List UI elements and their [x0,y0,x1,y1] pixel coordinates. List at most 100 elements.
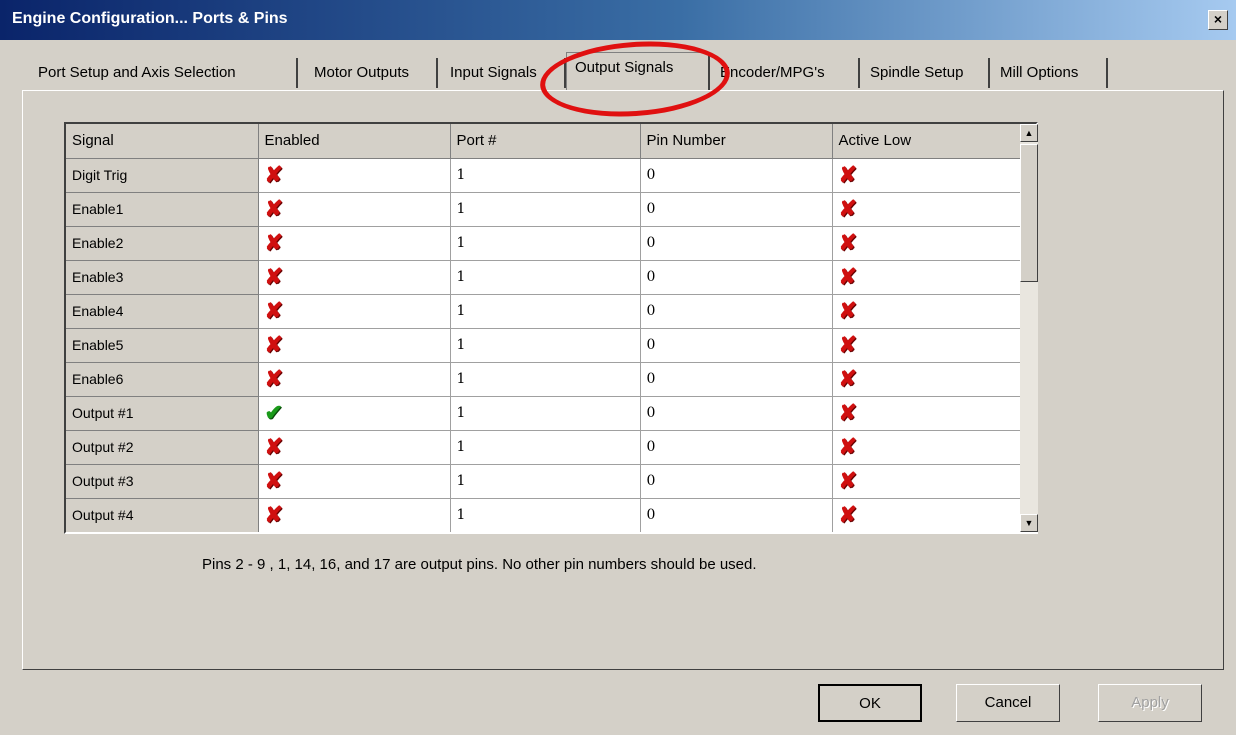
signal-cell[interactable]: Output #1 [66,396,259,431]
enabled-cell[interactable]: ✘ [258,192,451,227]
ok-button[interactable]: OK [818,684,922,722]
signal-cell[interactable]: Enable1 [66,192,259,227]
red-x-icon: ✘ [838,264,857,289]
signal-cell[interactable]: Enable5 [66,328,259,363]
red-x-icon: ✘ [838,400,857,425]
scroll-up-button[interactable]: ▲ [1020,124,1038,142]
red-x-icon: ✘ [838,434,857,459]
enabled-cell[interactable]: ✘ [258,260,451,295]
pin-number-cell[interactable]: 0 [640,158,833,193]
pin-number-cell[interactable]: 0 [640,328,833,363]
signal-cell[interactable]: Enable4 [66,294,259,329]
table-row[interactable]: Enable6 ✘ 1 0 ✘ [66,362,1023,397]
table-row[interactable]: Enable5 ✘ 1 0 ✘ [66,328,1023,363]
active-low-cell[interactable]: ✘ [832,294,1023,329]
port-cell[interactable]: 1 [450,464,641,499]
tab-label: Motor Outputs [314,64,410,81]
triangle-up-icon: ▲ [1024,128,1034,138]
enabled-cell[interactable]: ✘ [258,362,451,397]
column-header-signal[interactable]: Signal [66,124,259,159]
table-row[interactable]: Output #3 ✘ 1 0 ✘ [66,464,1023,499]
pin-number-cell[interactable]: 0 [640,396,833,431]
table-row[interactable]: Output #1 ✔ 1 0 ✘ [66,396,1023,431]
vertical-scrollbar[interactable]: ▲ ▼ [1020,124,1038,532]
tab-mill-options[interactable]: Mill Options [992,58,1108,88]
port-cell[interactable]: 1 [450,192,641,227]
pin-number-cell[interactable]: 0 [640,260,833,295]
pin-number-cell[interactable]: 0 [640,430,833,465]
active-low-cell[interactable]: ✘ [832,226,1023,261]
table-row[interactable]: Output #4 ✘ 1 0 ✘ [66,498,1023,532]
red-x-icon: ✘ [838,298,857,323]
active-low-cell[interactable]: ✘ [832,328,1023,363]
port-cell[interactable]: 1 [450,260,641,295]
scroll-thumb[interactable] [1020,144,1038,282]
tab-port-setup[interactable]: Port Setup and Axis Selection [30,58,298,88]
cancel-button[interactable]: Cancel [956,684,1060,722]
enabled-cell[interactable]: ✘ [258,294,451,329]
red-x-icon: ✘ [838,366,857,391]
red-x-icon: ✘ [264,366,283,391]
tab-spindle-setup[interactable]: Spindle Setup [862,58,990,88]
port-cell[interactable]: 1 [450,158,641,193]
table-row[interactable]: Enable4 ✘ 1 0 ✘ [66,294,1023,329]
column-header-enabled[interactable]: Enabled [258,124,451,159]
port-cell[interactable]: 1 [450,396,641,431]
port-cell[interactable]: 1 [450,430,641,465]
pin-number-cell[interactable]: 0 [640,192,833,227]
column-header-pin-number[interactable]: Pin Number [640,124,833,159]
red-x-icon: ✘ [838,502,857,527]
window-title: Engine Configuration... Ports & Pins [12,10,288,27]
signal-cell[interactable]: Enable3 [66,260,259,295]
pin-number-cell[interactable]: 0 [640,498,833,532]
port-cell[interactable]: 1 [450,328,641,363]
scroll-down-button[interactable]: ▼ [1020,514,1038,532]
table-row[interactable]: Enable2 ✘ 1 0 ✘ [66,226,1023,261]
close-button[interactable]: × [1208,10,1228,30]
active-low-cell[interactable]: ✘ [832,362,1023,397]
active-low-cell[interactable]: ✘ [832,464,1023,499]
enabled-cell[interactable]: ✘ [258,464,451,499]
red-x-icon: ✘ [264,468,283,493]
active-low-cell[interactable]: ✘ [832,260,1023,295]
pin-number-cell[interactable]: 0 [640,226,833,261]
enabled-cell[interactable]: ✘ [258,158,451,193]
table-row[interactable]: Digit Trig ✘ 1 0 ✘ [66,158,1023,193]
signal-cell[interactable]: Digit Trig [66,158,259,193]
column-header-port[interactable]: Port # [450,124,641,159]
red-x-icon: ✘ [838,196,857,221]
port-cell[interactable]: 1 [450,498,641,532]
tab-encoder-mpg[interactable]: Encoder/MPG's [712,58,860,88]
tab-label: Input Signals [450,64,537,81]
output-signals-grid: Signal Enabled Port # Pin Number Active … [64,122,1038,534]
pin-number-cell[interactable]: 0 [640,464,833,499]
signal-cell[interactable]: Output #4 [66,498,259,532]
port-cell[interactable]: 1 [450,362,641,397]
signal-cell[interactable]: Enable2 [66,226,259,261]
enabled-cell[interactable]: ✔ [258,396,451,431]
signal-cell[interactable]: Output #3 [66,464,259,499]
tab-motor-outputs[interactable]: Motor Outputs [306,58,438,88]
port-cell[interactable]: 1 [450,226,641,261]
enabled-cell[interactable]: ✘ [258,498,451,532]
column-header-active-low[interactable]: Active Low [832,124,1023,159]
enabled-cell[interactable]: ✘ [258,226,451,261]
header-row: Signal Enabled Port # Pin Number Active … [66,124,1023,159]
active-low-cell[interactable]: ✘ [832,158,1023,193]
active-low-cell[interactable]: ✘ [832,396,1023,431]
enabled-cell[interactable]: ✘ [258,328,451,363]
active-low-cell[interactable]: ✘ [832,498,1023,532]
pin-number-cell[interactable]: 0 [640,294,833,329]
active-low-cell[interactable]: ✘ [832,430,1023,465]
signal-cell[interactable]: Enable6 [66,362,259,397]
pin-number-cell[interactable]: 0 [640,362,833,397]
apply-button[interactable]: Apply [1098,684,1202,722]
port-cell[interactable]: 1 [450,294,641,329]
signal-cell[interactable]: Output #2 [66,430,259,465]
active-low-cell[interactable]: ✘ [832,192,1023,227]
enabled-cell[interactable]: ✘ [258,430,451,465]
table-row[interactable]: Output #2 ✘ 1 0 ✘ [66,430,1023,465]
red-x-icon: ✘ [838,468,857,493]
table-row[interactable]: Enable1 ✘ 1 0 ✘ [66,192,1023,227]
table-row[interactable]: Enable3 ✘ 1 0 ✘ [66,260,1023,295]
